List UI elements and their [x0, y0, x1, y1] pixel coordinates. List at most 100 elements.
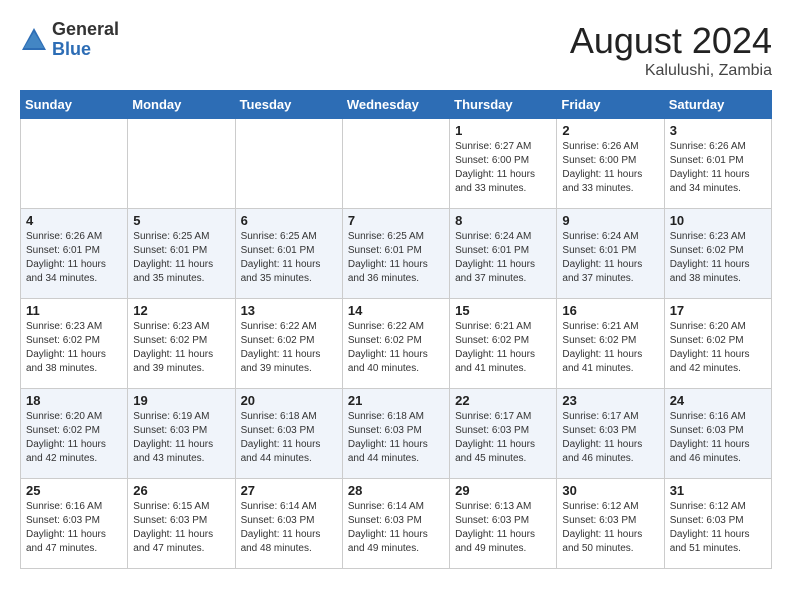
calendar-cell: 1Sunrise: 6:27 AM Sunset: 6:00 PM Daylig… — [450, 119, 557, 209]
calendar-cell: 25Sunrise: 6:16 AM Sunset: 6:03 PM Dayli… — [21, 479, 128, 569]
calendar-cell: 20Sunrise: 6:18 AM Sunset: 6:03 PM Dayli… — [235, 389, 342, 479]
day-number: 17 — [670, 303, 766, 318]
calendar-cell — [235, 119, 342, 209]
day-number: 1 — [455, 123, 551, 138]
calendar-cell: 28 Sunrise: 6:14 AM Sunset: 6:03 PM Dayli… — [342, 479, 449, 569]
calendar-cell: 17 Sunrise: 6:20 AM Sunset: 6:02 PM Dayli… — [664, 299, 771, 389]
day-number: 27 — [241, 483, 337, 498]
calendar-cell: 3 Sunrise: 6:26 AM Sunset: 6:01 PM Daylig… — [664, 119, 771, 209]
day-number: 2 — [562, 123, 658, 138]
day-info: Sunrise: 6:22 AM Sunset: 6:02 PM Dayligh… — [241, 320, 337, 376]
header-cell-tuesday: Tuesday — [235, 91, 342, 119]
day-number: 22 — [455, 393, 551, 408]
calendar-cell: 8 Sunrise: 6:24 AM Sunset: 6:01 PM Daylig… — [450, 209, 557, 299]
calendar-cell: 15Sunrise: 6:21 AM Sunset: 6:02 PM Dayli… — [450, 299, 557, 389]
calendar-cell: 19 Sunrise: 6:19 AM Sunset: 6:03 PM Dayli… — [128, 389, 235, 479]
calendar-cell: 24Sunrise: 6:16 AM Sunset: 6:03 PM Dayli… — [664, 389, 771, 479]
day-number: 9 — [562, 213, 658, 228]
week-row-3: 11Sunrise: 6:23 AM Sunset: 6:02 PM Dayli… — [21, 299, 772, 389]
day-number: 21 — [348, 393, 444, 408]
day-info: Sunrise: 6:13 AM Sunset: 6:03 PM Dayligh… — [455, 500, 551, 556]
day-info: Sunrise: 6:26 AM Sunset: 6:00 PM Dayligh… — [562, 140, 658, 196]
calendar-cell: 30 Sunrise: 6:12 AM Sunset: 6:03 PM Dayli… — [557, 479, 664, 569]
day-number: 16 — [562, 303, 658, 318]
header-cell-wednesday: Wednesday — [342, 91, 449, 119]
calendar-cell: 21 Sunrise: 6:18 AM Sunset: 6:03 PM Dayli… — [342, 389, 449, 479]
day-number: 7 — [348, 213, 444, 228]
day-info: Sunrise: 6:25 AM Sunset: 6:01 PM Dayligh… — [133, 230, 229, 286]
day-info: Sunrise: 6:14 AM Sunset: 6:03 PM Dayligh… — [348, 500, 444, 556]
logo: General Blue — [20, 20, 119, 60]
day-info: Sunrise: 6:24 AM Sunset: 6:01 PM Dayligh… — [455, 230, 551, 286]
header-row: SundayMondayTuesdayWednesdayThursdayFrid… — [21, 91, 772, 119]
calendar-cell: 18 Sunrise: 6:20 AM Sunset: 6:02 PM Dayli… — [21, 389, 128, 479]
calendar-cell: 4 Sunrise: 6:26 AM Sunset: 6:01 PM Daylig… — [21, 209, 128, 299]
day-info: Sunrise: 6:18 AM Sunset: 6:03 PM Dayligh… — [348, 410, 444, 466]
header-cell-thursday: Thursday — [450, 91, 557, 119]
calendar-cell: 22Sunrise: 6:17 AM Sunset: 6:03 PM Dayli… — [450, 389, 557, 479]
calendar-cell: 6 Sunrise: 6:25 AM Sunset: 6:01 PM Daylig… — [235, 209, 342, 299]
day-number: 12 — [133, 303, 229, 318]
day-info: Sunrise: 6:26 AM Sunset: 6:01 PM Dayligh… — [670, 140, 766, 196]
day-number: 4 — [26, 213, 122, 228]
calendar-table: SundayMondayTuesdayWednesdayThursdayFrid… — [20, 90, 772, 569]
header-cell-sunday: Sunday — [21, 91, 128, 119]
day-number: 28 — [348, 483, 444, 498]
day-number: 30 — [562, 483, 658, 498]
day-info: Sunrise: 6:20 AM Sunset: 6:02 PM Dayligh… — [670, 320, 766, 376]
day-info: Sunrise: 6:21 AM Sunset: 6:02 PM Dayligh… — [562, 320, 658, 376]
calendar-cell: 26Sunrise: 6:15 AM Sunset: 6:03 PM Dayli… — [128, 479, 235, 569]
day-number: 31 — [670, 483, 766, 498]
calendar-header: SundayMondayTuesdayWednesdayThursdayFrid… — [21, 91, 772, 119]
day-info: Sunrise: 6:14 AM Sunset: 6:03 PM Dayligh… — [241, 500, 337, 556]
day-info: Sunrise: 6:20 AM Sunset: 6:02 PM Dayligh… — [26, 410, 122, 466]
page-header: General Blue August 2024 Kalulushi, Zamb… — [20, 20, 772, 80]
calendar-cell: 10 Sunrise: 6:23 AM Sunset: 6:02 PM Dayli… — [664, 209, 771, 299]
day-info: Sunrise: 6:23 AM Sunset: 6:02 PM Dayligh… — [670, 230, 766, 286]
day-info: Sunrise: 6:16 AM Sunset: 6:03 PM Dayligh… — [670, 410, 766, 466]
day-number: 10 — [670, 213, 766, 228]
day-info: Sunrise: 6:24 AM Sunset: 6:01 PM Dayligh… — [562, 230, 658, 286]
calendar-cell: 16 Sunrise: 6:21 AM Sunset: 6:02 PM Dayli… — [557, 299, 664, 389]
header-cell-saturday: Saturday — [664, 91, 771, 119]
day-info: Sunrise: 6:25 AM Sunset: 6:01 PM Dayligh… — [241, 230, 337, 286]
calendar-cell: 13 Sunrise: 6:22 AM Sunset: 6:02 PM Dayli… — [235, 299, 342, 389]
day-number: 6 — [241, 213, 337, 228]
calendar-cell: 5Sunrise: 6:25 AM Sunset: 6:01 PM Daylig… — [128, 209, 235, 299]
calendar-cell: 27 Sunrise: 6:14 AM Sunset: 6:03 PM Dayli… — [235, 479, 342, 569]
logo-blue-text: Blue — [52, 40, 119, 60]
day-info: Sunrise: 6:12 AM Sunset: 6:03 PM Dayligh… — [562, 500, 658, 556]
day-number: 3 — [670, 123, 766, 138]
calendar-cell — [342, 119, 449, 209]
calendar-cell: 14 Sunrise: 6:22 AM Sunset: 6:02 PM Dayli… — [342, 299, 449, 389]
day-info: Sunrise: 6:25 AM Sunset: 6:01 PM Dayligh… — [348, 230, 444, 286]
title-block: August 2024 Kalulushi, Zambia — [570, 20, 772, 80]
day-number: 13 — [241, 303, 337, 318]
week-row-5: 25Sunrise: 6:16 AM Sunset: 6:03 PM Dayli… — [21, 479, 772, 569]
day-info: Sunrise: 6:22 AM Sunset: 6:02 PM Dayligh… — [348, 320, 444, 376]
day-number: 14 — [348, 303, 444, 318]
logo-general-text: General — [52, 20, 119, 40]
day-number: 19 — [133, 393, 229, 408]
header-cell-monday: Monday — [128, 91, 235, 119]
day-info: Sunrise: 6:21 AM Sunset: 6:02 PM Dayligh… — [455, 320, 551, 376]
week-row-4: 18 Sunrise: 6:20 AM Sunset: 6:02 PM Dayli… — [21, 389, 772, 479]
day-info: Sunrise: 6:26 AM Sunset: 6:01 PM Dayligh… — [26, 230, 122, 286]
day-number: 25 — [26, 483, 122, 498]
calendar-cell — [128, 119, 235, 209]
calendar-cell: 12 Sunrise: 6:23 AM Sunset: 6:02 PM Dayli… — [128, 299, 235, 389]
day-info: Sunrise: 6:19 AM Sunset: 6:03 PM Dayligh… — [133, 410, 229, 466]
day-info: Sunrise: 6:12 AM Sunset: 6:03 PM Dayligh… — [670, 500, 766, 556]
day-info: Sunrise: 6:15 AM Sunset: 6:03 PM Dayligh… — [133, 500, 229, 556]
day-number: 8 — [455, 213, 551, 228]
calendar-cell: 11Sunrise: 6:23 AM Sunset: 6:02 PM Dayli… — [21, 299, 128, 389]
day-info: Sunrise: 6:23 AM Sunset: 6:02 PM Dayligh… — [133, 320, 229, 376]
calendar-cell: 31 Sunrise: 6:12 AM Sunset: 6:03 PM Dayli… — [664, 479, 771, 569]
logo-icon — [20, 26, 48, 54]
day-number: 29 — [455, 483, 551, 498]
calendar-cell: 29 Sunrise: 6:13 AM Sunset: 6:03 PM Dayli… — [450, 479, 557, 569]
calendar-cell: 2 Sunrise: 6:26 AM Sunset: 6:00 PM Daylig… — [557, 119, 664, 209]
day-number: 18 — [26, 393, 122, 408]
calendar-body: 1Sunrise: 6:27 AM Sunset: 6:00 PM Daylig… — [21, 119, 772, 569]
month-title: August 2024 — [570, 20, 772, 62]
